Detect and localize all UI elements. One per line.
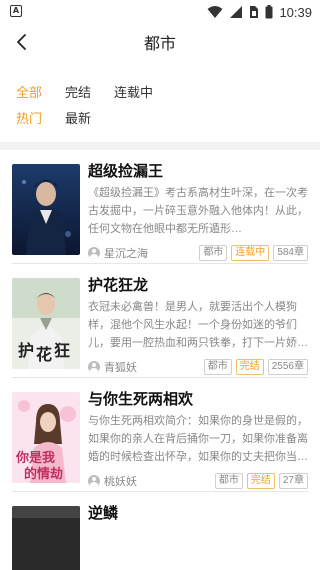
filter-ongoing[interactable]: 连载中: [114, 82, 153, 101]
notification-a-icon: A: [10, 5, 22, 17]
book-title: 超级捡漏王: [88, 163, 164, 180]
book-item[interactable]: 超级捡漏王 《超级捡漏王》考古系高材生叶深，在一次考古发掘中，一片碎玉意外融入他…: [12, 150, 308, 264]
chapter-count-tag: 27章: [278, 473, 308, 489]
status-icons: 10:39: [207, 3, 312, 21]
author-name: 桃妖妖: [104, 476, 137, 488]
user-icon: [88, 361, 100, 373]
book-title: 与你生死两相欢: [88, 391, 194, 408]
top-bar: 都市: [0, 24, 320, 60]
sort-newest[interactable]: 最新: [65, 108, 91, 127]
signal-icon: [230, 6, 243, 18]
page-title: 都市: [143, 36, 176, 53]
book-title: 护花狂龙: [88, 277, 149, 294]
book-description: 衣冠未必禽兽！是男人，就要活出个人模狗样，混他个风生水起！一个身份如迷的爷们儿，…: [88, 301, 308, 349]
book-item[interactable]: 你是我 的情劫 与你生死两相欢 与你生死两相欢简介：如果你的身世是假的，如果你的…: [12, 378, 308, 492]
book-description: 《超级捡漏王》考古系高材生叶深，在一次考古发掘中，一片碎玉意外融入他体内！从此，…: [88, 187, 308, 235]
category-tag: 都市: [203, 359, 232, 375]
sim-icon: [250, 6, 259, 18]
book-item[interactable]: 逆鳞: [12, 492, 308, 570]
status-tag: 连载中: [231, 245, 270, 261]
book-info: 护花狂龙 衣冠未必禽兽！是男人，就要活出个人模狗样，混他个风生水起！一个身份如迷…: [88, 276, 308, 375]
status-bar: A 10:39: [0, 0, 320, 24]
book-description: 与你生死两相欢简介：如果你的身世是假的，如果你的亲人在背后捅你一刀，如果你准备离…: [88, 415, 308, 463]
section-divider: [0, 142, 320, 150]
status-tag: 完结: [246, 473, 275, 489]
book-cover: 护 花 狂: [12, 278, 80, 369]
battery-icon: [265, 5, 273, 19]
book-meta: 青狐妖 都市 完结 2556章: [88, 358, 308, 376]
filter-all[interactable]: 全部: [16, 82, 42, 101]
svg-text:的情劫: 的情劫: [24, 466, 63, 482]
author: 桃妖妖: [88, 473, 211, 489]
book-info: 逆鳞: [88, 504, 308, 524]
book-meta: 星沉之海 都市 连载中 584章: [88, 244, 308, 262]
author: 星沉之海: [88, 245, 195, 261]
book-meta: 桃妖妖 都市 完结 27章: [88, 472, 308, 490]
author-name: 青狐妖: [104, 362, 137, 374]
chapter-count-tag: 584章: [273, 245, 308, 261]
svg-text:花: 花: [36, 345, 52, 364]
status-filter-row: 全部 完结 连载中: [16, 80, 306, 102]
book-cover: 你是我 的情劫: [12, 392, 80, 483]
sort-hot[interactable]: 热门: [16, 108, 42, 127]
status-time: 10:39: [279, 4, 312, 20]
status-tag: 完结: [235, 359, 264, 375]
author: 青狐妖: [88, 359, 200, 375]
svg-text:护: 护: [18, 341, 34, 360]
wifi-icon: [207, 6, 223, 18]
sort-filter-row: 热门 最新: [16, 106, 306, 128]
filter-panel: 全部 完结 连载中 热门 最新: [16, 80, 306, 132]
book-list: 超级捡漏王 《超级捡漏王》考古系高材生叶深，在一次考古发掘中，一片碎玉意外融入他…: [0, 150, 320, 570]
author-name: 星沉之海: [104, 248, 148, 260]
category-tag: 都市: [199, 245, 228, 261]
book-item[interactable]: 护 花 狂 护花狂龙 衣冠未必禽兽！是男人，就要活出个人模狗样，混他个风生水起！…: [12, 264, 308, 378]
svg-text:狂: 狂: [54, 341, 70, 360]
book-info: 超级捡漏王 《超级捡漏王》考古系高材生叶深，在一次考古发掘中，一片碎玉意外融入他…: [88, 162, 308, 261]
book-info: 与你生死两相欢 与你生死两相欢简介：如果你的身世是假的，如果你的亲人在背后捅你一…: [88, 390, 308, 489]
book-title: 逆鳞: [88, 505, 119, 522]
chapter-count-tag: 2556章: [267, 359, 308, 375]
svg-text:你是我: 你是我: [15, 450, 55, 466]
user-icon: [88, 475, 100, 487]
filter-completed[interactable]: 完结: [65, 82, 91, 101]
book-cover: [12, 164, 80, 255]
user-icon: [88, 247, 100, 259]
category-tag: 都市: [214, 473, 243, 489]
book-cover: [12, 506, 80, 570]
